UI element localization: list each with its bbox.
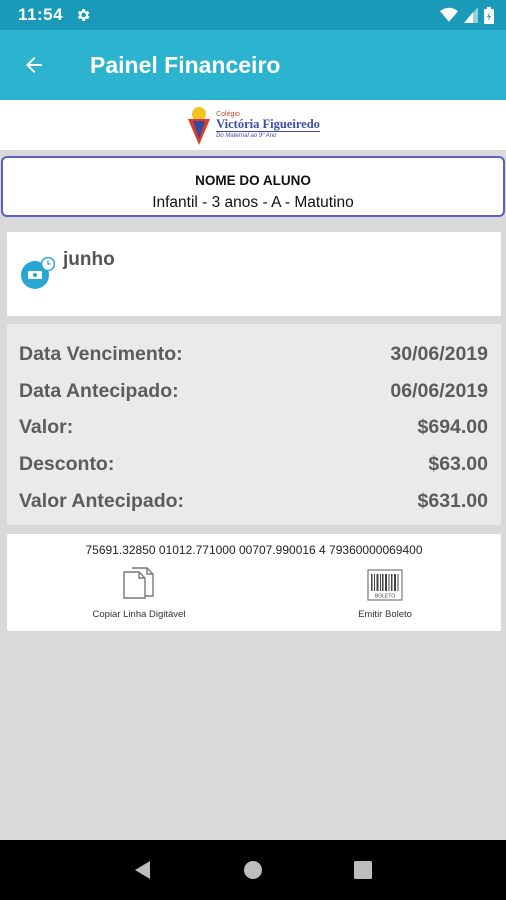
logo-sub-text: Do Maternal ao 9º Ano xyxy=(216,131,320,139)
page-title: Painel Financeiro xyxy=(90,51,281,78)
emit-boleto-button[interactable]: BOLETO Emitir Boleto xyxy=(325,566,445,620)
signal-icon xyxy=(464,7,478,23)
detail-row: Data Antecipado: 06/06/2019 xyxy=(19,373,488,410)
detail-value: $694.00 xyxy=(417,416,489,439)
nav-recents-button[interactable] xyxy=(343,850,383,890)
battery-icon xyxy=(484,6,494,24)
logo-name-text: Victória Figueiredo xyxy=(216,116,320,131)
school-emblem-icon xyxy=(188,107,211,145)
payment-details: Data Vencimento: 30/06/2019 Data Antecip… xyxy=(7,324,501,525)
copy-digitable-line-label: Copiar Linha Digitável xyxy=(92,609,186,620)
status-time: 11:54 xyxy=(18,5,64,24)
detail-label: Valor Antecipado: xyxy=(19,490,185,513)
home-circle-icon xyxy=(244,861,262,879)
student-class: Infantil - 3 anos - A - Matutino xyxy=(152,194,354,211)
detail-row: Data Vencimento: 30/06/2019 xyxy=(19,336,488,373)
settings-gear-icon xyxy=(77,9,90,21)
school-logo-strip: Colégio Victória Figueiredo Do Maternal … xyxy=(0,100,506,150)
barcode-icon: BOLETO xyxy=(367,569,403,601)
back-triangle-icon xyxy=(135,861,150,879)
detail-value: 30/06/2019 xyxy=(390,342,488,365)
copy-document-icon xyxy=(123,567,154,599)
digitable-line: 75691.32850 01012.771000 00707.990016 4 … xyxy=(85,543,423,557)
detail-value: $631.00 xyxy=(417,490,489,513)
detail-label: Valor: xyxy=(19,416,74,439)
school-logo: Colégio Victória Figueiredo Do Maternal … xyxy=(186,105,320,145)
nav-home-button[interactable] xyxy=(233,850,273,890)
student-name: NOME DO ALUNO xyxy=(195,173,311,188)
barcode-caption: BOLETO xyxy=(375,594,395,600)
detail-row: Valor Antecipado: $631.00 xyxy=(19,483,488,520)
detail-row: Desconto: $63.00 xyxy=(19,446,488,483)
detail-value: $63.00 xyxy=(428,453,488,476)
payment-clock-icon xyxy=(21,257,55,289)
arrow-left-icon xyxy=(26,57,42,73)
student-card: NOME DO ALUNO Infantil - 3 anos - A - Ma… xyxy=(1,156,505,217)
month-card[interactable]: junho xyxy=(7,232,501,316)
back-button[interactable] xyxy=(4,30,64,100)
recents-square-icon xyxy=(354,861,372,879)
detail-label: Data Vencimento: xyxy=(19,342,183,365)
emit-boleto-label: Emitir Boleto xyxy=(358,609,412,620)
copy-digitable-line-button[interactable]: Copiar Linha Digitável xyxy=(73,566,205,620)
detail-value: 06/06/2019 xyxy=(390,379,488,402)
detail-label: Data Antecipado: xyxy=(19,379,179,402)
app-bar: Painel Financeiro xyxy=(0,30,506,100)
wifi-icon xyxy=(440,7,458,22)
nav-back-button[interactable] xyxy=(123,850,163,890)
boleto-card: 75691.32850 01012.771000 00707.990016 4 … xyxy=(7,534,501,631)
month-label: junho xyxy=(63,249,115,270)
status-bar: 11:54 xyxy=(0,0,506,30)
detail-label: Desconto: xyxy=(19,453,115,476)
system-nav-bar xyxy=(0,840,506,900)
detail-row: Valor: $694.00 xyxy=(19,410,488,447)
